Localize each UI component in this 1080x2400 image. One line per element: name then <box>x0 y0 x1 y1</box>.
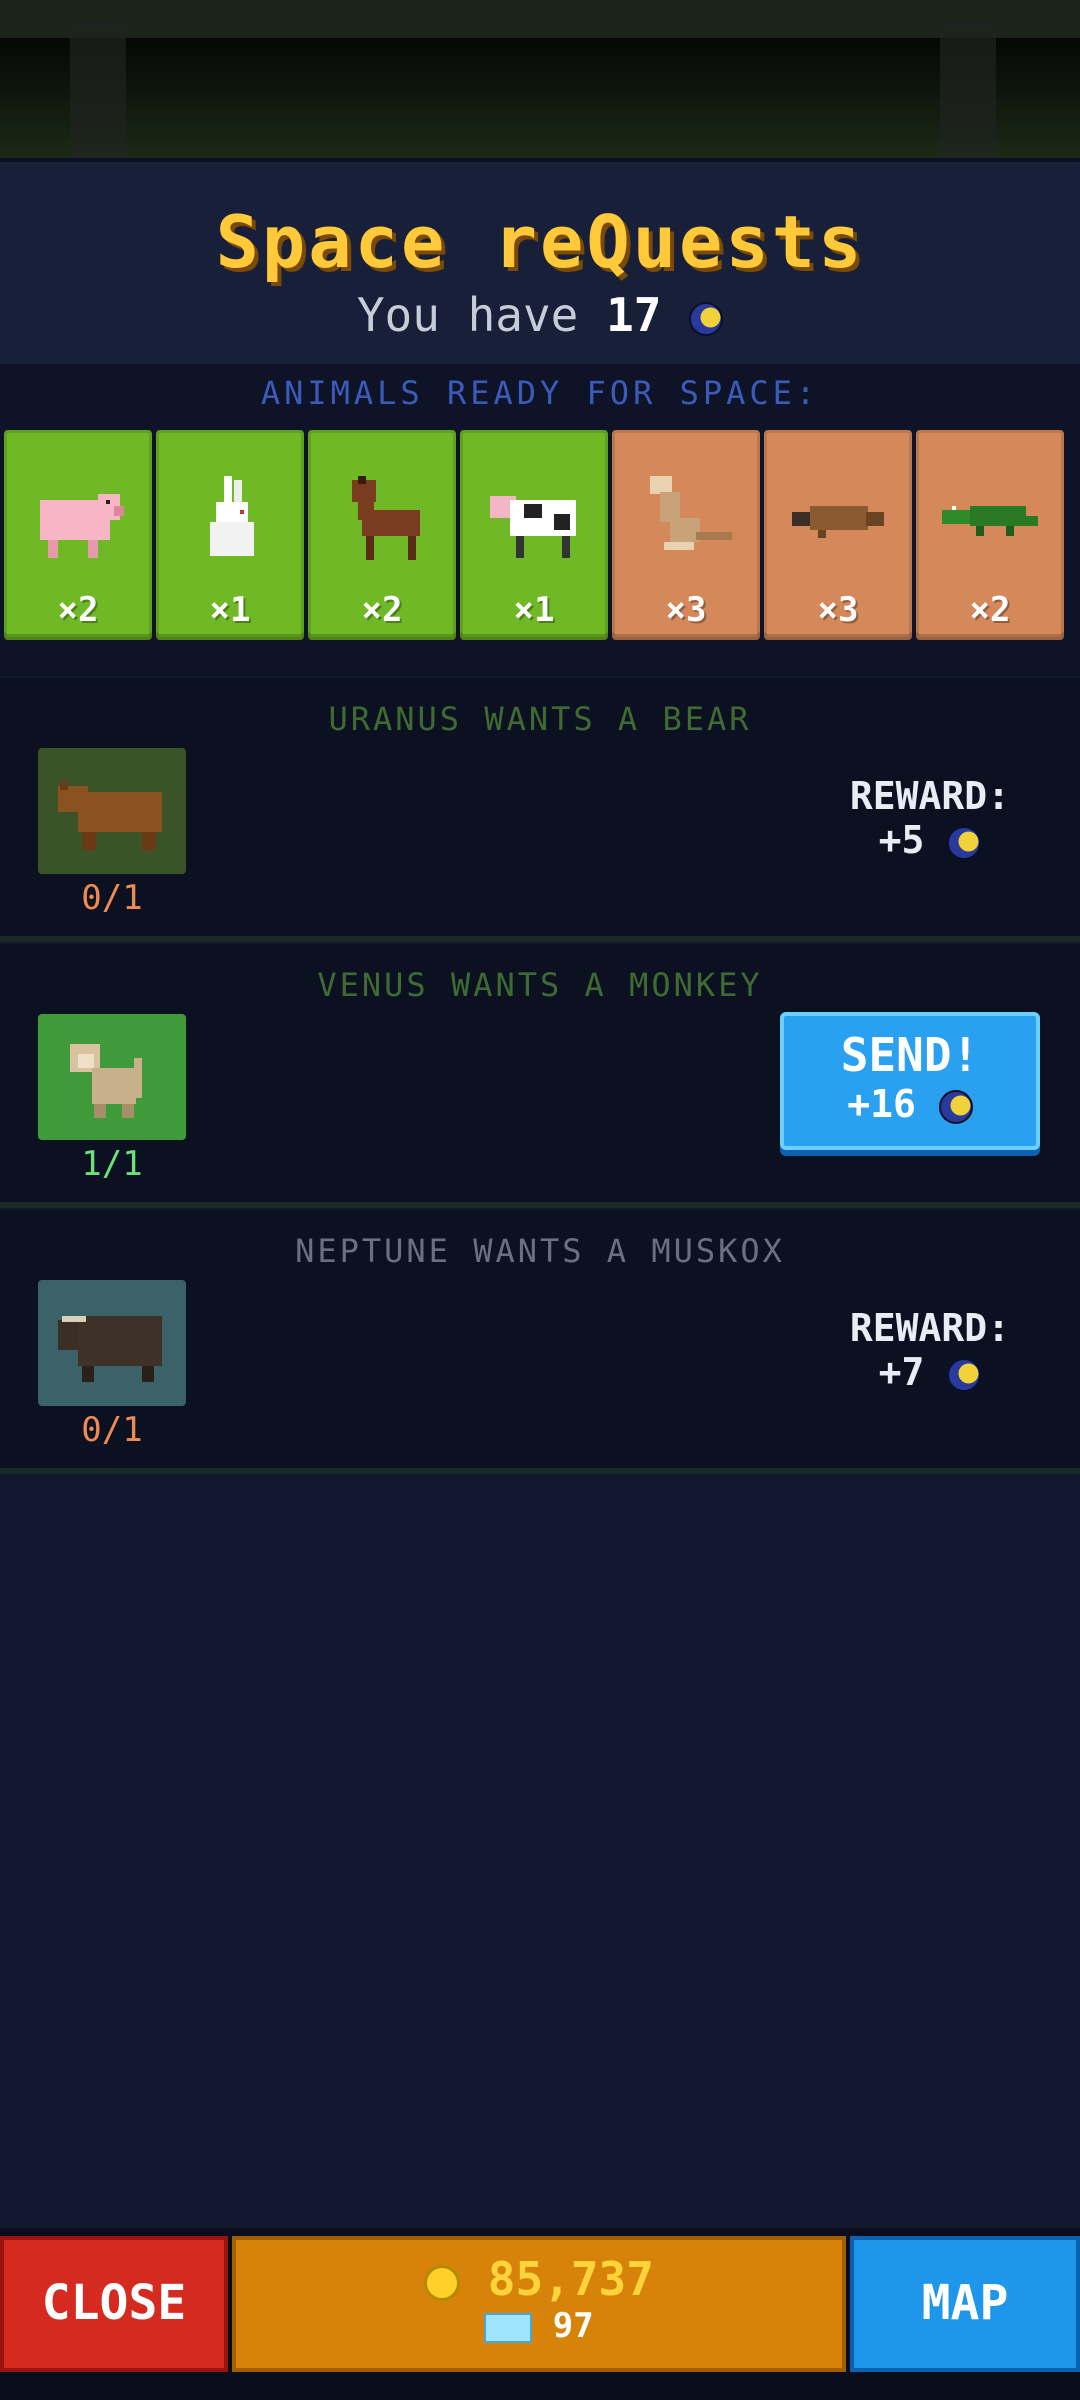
space-coin-icon <box>689 301 724 336</box>
monkey-request-slot <box>38 1014 186 1140</box>
balance-count: 17 <box>606 288 662 342</box>
animal-card-kangaroo[interactable]: ×3 <box>612 430 760 640</box>
send-reward-value: +16 <box>847 1082 916 1126</box>
reward-display: REWARD: +5 <box>850 774 1010 862</box>
pig-icon <box>40 494 124 558</box>
animal-count: ×3 <box>665 590 707 630</box>
send-label: SEND! <box>840 1028 980 1082</box>
ready-animals-section: ANIMALS READY FOR SPACE: ×2 ×1 ×2 ×1 ×3 … <box>0 364 1080 676</box>
animal-card-rabbit[interactable]: ×1 <box>156 430 304 640</box>
animal-card-platypus[interactable]: ×3 <box>764 430 912 640</box>
background-post <box>940 20 996 158</box>
close-button[interactable]: CLOSE <box>0 2236 228 2372</box>
ready-label: ANIMALS READY FOR SPACE: <box>260 374 820 412</box>
page-title: Space reQuests <box>215 200 865 284</box>
reward-display: REWARD: +7 <box>850 1306 1010 1394</box>
gem-icon <box>484 2312 533 2343</box>
gold-coin-icon <box>424 2264 461 2301</box>
kangaroo-icon <box>650 476 732 550</box>
balance-prefix: You have <box>356 288 579 342</box>
header: Space reQuests You have 17 <box>0 158 1080 368</box>
background-post <box>70 20 126 158</box>
crocodile-icon <box>942 506 1038 536</box>
request-title: NEPTUNE WANTS A MUSKOX <box>295 1232 785 1270</box>
bottom-bar: CLOSE 85,737 97 MAP <box>0 2228 1080 2400</box>
space-coin-icon <box>947 825 982 860</box>
animal-card-pig[interactable]: ×2 <box>4 430 152 640</box>
request-venus: VENUS WANTS A MONKEY 1/1 SEND! +16 <box>0 944 1080 1208</box>
gem-count: 97 <box>552 2306 594 2346</box>
request-title: URANUS WANTS A BEAR <box>328 700 752 738</box>
request-progress: 0/1 <box>81 878 143 918</box>
horse-icon <box>352 476 420 560</box>
animal-count: ×2 <box>57 590 99 630</box>
cow-icon <box>490 496 576 558</box>
request-progress: 0/1 <box>81 1410 143 1450</box>
platypus-icon <box>792 506 884 538</box>
reward-value: +5 <box>878 818 925 862</box>
animal-count: ×2 <box>969 590 1011 630</box>
space-coin-balance: You have 17 <box>0 288 1080 342</box>
animal-count: ×1 <box>513 590 555 630</box>
reward-label: REWARD: <box>849 774 1010 818</box>
reward-label: REWARD: <box>849 1306 1010 1350</box>
send-button[interactable]: SEND! +16 <box>780 1012 1040 1150</box>
map-button[interactable]: MAP <box>850 2236 1080 2372</box>
muskox-icon <box>58 1316 162 1382</box>
rabbit-icon <box>210 476 254 556</box>
coin-count: 85,737 <box>487 2252 654 2306</box>
game-background-strip <box>0 0 1080 158</box>
muskox-request-slot <box>38 1280 186 1406</box>
animal-card-crocodile[interactable]: ×2 <box>916 430 1064 640</box>
space-coin-icon <box>947 1357 982 1392</box>
animal-card-cow[interactable]: ×1 <box>460 430 608 640</box>
monkey-icon <box>70 1044 142 1118</box>
request-uranus: URANUS WANTS A BEAR 0/1 REWARD: +5 <box>0 678 1080 942</box>
request-neptune: NEPTUNE WANTS A MUSKOX 0/1 REWARD: +7 <box>0 1210 1080 1474</box>
request-title: VENUS WANTS A MONKEY <box>317 966 763 1004</box>
animal-card-horse[interactable]: ×2 <box>308 430 456 640</box>
reward-value: +7 <box>878 1350 925 1394</box>
bear-request-slot <box>38 748 186 874</box>
animal-count: ×3 <box>817 590 859 630</box>
bear-icon <box>58 782 162 850</box>
animal-card-list: ×2 ×1 ×2 ×1 ×3 ×3 ×2 <box>4 430 1064 640</box>
space-coin-icon <box>938 1089 973 1124</box>
request-progress: 1/1 <box>81 1144 143 1184</box>
currency-display: 85,737 97 <box>232 2236 846 2372</box>
animal-count: ×2 <box>361 590 403 630</box>
animal-count: ×1 <box>209 590 251 630</box>
